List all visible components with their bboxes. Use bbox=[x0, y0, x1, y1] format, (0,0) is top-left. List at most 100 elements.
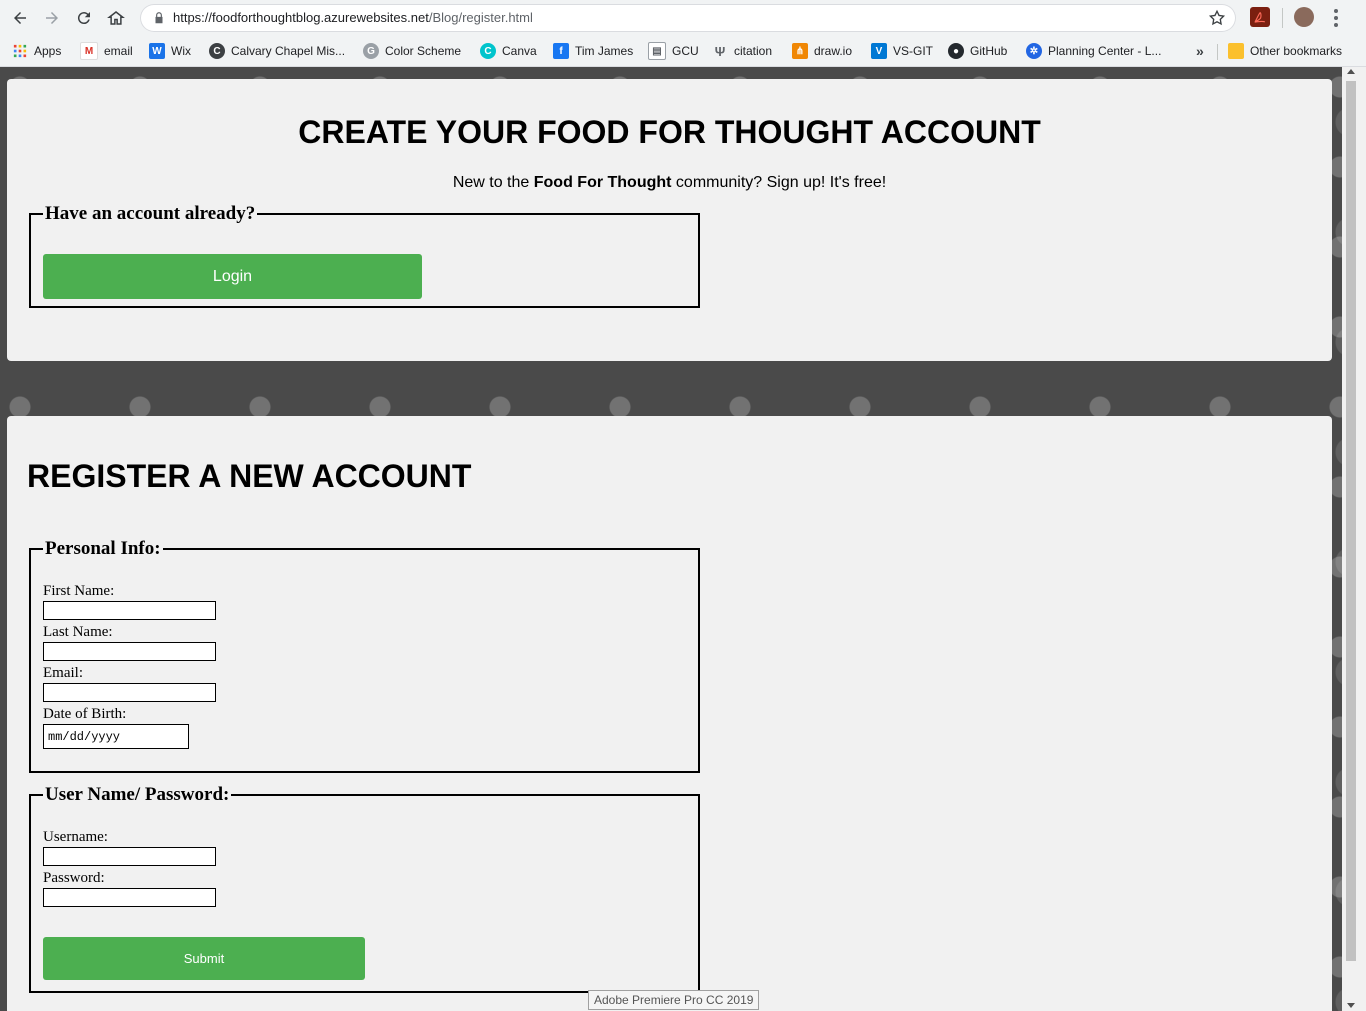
home-button[interactable] bbox=[104, 6, 128, 30]
bookmark-label: Apps bbox=[34, 44, 62, 58]
browser-menu-icon[interactable] bbox=[1328, 7, 1344, 29]
bookmark-apps[interactable]: Apps bbox=[12, 42, 61, 60]
other-bookmarks[interactable]: Other bookmarks bbox=[1228, 42, 1342, 60]
subtitle-post: community? Sign up! It's free! bbox=[671, 174, 887, 191]
personal-info-fieldset: Personal Info: First Name: Last Name: Em… bbox=[29, 539, 700, 773]
planning-center-icon: ✲ bbox=[1026, 43, 1042, 59]
bookmark-color-scheme[interactable]: G Color Scheme bbox=[363, 42, 461, 60]
back-button[interactable] bbox=[8, 6, 32, 30]
gcu-icon: ▤ bbox=[648, 42, 666, 60]
bookmark-label: GCU bbox=[672, 44, 699, 58]
bookmark-calvary[interactable]: C Calvary Chapel Mis... bbox=[209, 42, 345, 60]
reload-icon bbox=[77, 12, 90, 25]
browser-toolbar: https://foodforthoughtblog.azurewebsites… bbox=[0, 0, 1366, 36]
login-button[interactable]: Login bbox=[43, 254, 422, 299]
bookmark-label: Tim James bbox=[575, 44, 634, 58]
subtitle-pre: New to the bbox=[452, 174, 534, 191]
have-account-fieldset: Have an account already? Login bbox=[29, 204, 700, 308]
bookmark-label: email bbox=[104, 44, 133, 58]
bookmark-label: Calvary Chapel Mis... bbox=[231, 44, 346, 58]
submit-button[interactable]: Submit bbox=[43, 937, 365, 980]
back-arrow-icon bbox=[14, 12, 26, 24]
email-input[interactable] bbox=[43, 683, 216, 702]
forward-button[interactable] bbox=[40, 6, 64, 30]
bookmark-label: Wix bbox=[171, 44, 191, 58]
vs-git-icon: V bbox=[871, 43, 887, 59]
bookmark-label: citation bbox=[734, 44, 773, 58]
bookmarks-bar: Apps Memail W Wix C Calvary Chapel Mis... … bbox=[0, 36, 1366, 67]
color-scheme-icon: G bbox=[363, 43, 379, 59]
reload-button[interactable] bbox=[72, 6, 96, 30]
url-domain: https://foodforthoughtblog.azurewebsites… bbox=[173, 10, 429, 25]
personal-info-legend: Personal Info: bbox=[45, 538, 161, 559]
page-subtitle: New to the Food For Thought community? S… bbox=[7, 174, 1332, 192]
bookmarks-divider bbox=[1217, 44, 1218, 60]
github-icon: ● bbox=[948, 43, 964, 59]
bookmark-label: GitHub bbox=[970, 44, 1008, 58]
scroll-down-icon[interactable] bbox=[1347, 1003, 1355, 1008]
scroll-up-icon[interactable] bbox=[1347, 69, 1355, 74]
bookmarks-overflow-button[interactable]: » bbox=[1196, 42, 1204, 60]
folder-icon bbox=[1228, 43, 1244, 59]
page-scrollbar[interactable] bbox=[1342, 67, 1366, 1011]
login-panel: CREATE YOUR FOOD FOR THOUGHT ACCOUNT New… bbox=[7, 79, 1332, 361]
address-bar[interactable]: https://foodforthoughtblog.azurewebsites… bbox=[140, 4, 1236, 32]
bookmark-vs-git[interactable]: V VS-GIT bbox=[871, 42, 933, 60]
first-name-label: First Name: bbox=[43, 583, 115, 599]
lock-icon bbox=[155, 12, 163, 24]
bookmark-gcu[interactable]: ▤ GCU bbox=[648, 42, 699, 60]
home-icon bbox=[107, 11, 125, 25]
facebook-icon: f bbox=[553, 43, 569, 59]
bookmark-planning-center[interactable]: ✲ Planning Center - L... bbox=[1026, 42, 1161, 60]
other-bookmarks-label: Other bookmarks bbox=[1250, 44, 1343, 58]
canva-icon: C bbox=[480, 43, 496, 59]
bookmark-canva[interactable]: C Canva bbox=[480, 42, 537, 60]
credentials-fieldset: User Name/ Password: Username: Password:… bbox=[29, 785, 700, 993]
url-text: https://foodforthoughtblog.azurewebsites… bbox=[173, 10, 533, 25]
username-input[interactable] bbox=[43, 847, 216, 866]
register-title: REGISTER A NEW ACCOUNT bbox=[27, 458, 472, 494]
bookmark-github[interactable]: ● GitHub bbox=[948, 42, 1007, 60]
calvary-chapel-icon: C bbox=[209, 43, 225, 59]
forward-arrow-icon bbox=[46, 12, 58, 24]
bookmark-email[interactable]: Memail bbox=[80, 42, 133, 60]
username-label: Username: bbox=[43, 829, 108, 845]
bookmark-drawio[interactable]: ⋔ draw.io bbox=[792, 42, 852, 60]
bookmark-wix[interactable]: W Wix bbox=[149, 42, 191, 60]
subtitle-brand: Food For Thought bbox=[533, 174, 672, 191]
url-path: /Blog/register.html bbox=[428, 10, 533, 25]
taskbar-tooltip: Adobe Premiere Pro CC 2019 bbox=[588, 990, 760, 1010]
last-name-input[interactable] bbox=[43, 642, 216, 661]
page-title: CREATE YOUR FOOD FOR THOUGHT ACCOUNT bbox=[298, 114, 1041, 150]
bookmark-label: Color Scheme bbox=[385, 44, 462, 58]
credentials-legend: User Name/ Password: bbox=[45, 784, 230, 805]
password-label: Password: bbox=[43, 870, 105, 886]
have-account-legend: Have an account already? bbox=[45, 203, 256, 224]
wix-icon: W bbox=[149, 43, 165, 59]
bookmark-citation[interactable]: Ψcitation bbox=[712, 42, 772, 60]
drawio-icon: ⋔ bbox=[792, 43, 808, 59]
password-input[interactable] bbox=[43, 888, 216, 907]
gmail-icon: M bbox=[80, 42, 98, 60]
dob-label: Date of Birth: bbox=[43, 706, 127, 722]
bookmark-star-icon[interactable] bbox=[1208, 9, 1226, 27]
apps-grid-icon bbox=[12, 43, 28, 59]
bookmark-label: draw.io bbox=[814, 44, 853, 58]
email-label: Email: bbox=[43, 665, 83, 681]
first-name-input[interactable] bbox=[43, 601, 216, 620]
bookmark-label: Planning Center - L... bbox=[1048, 44, 1162, 58]
acrobat-icon bbox=[1254, 12, 1266, 23]
page-viewport: CREATE YOUR FOOD FOR THOUGHT ACCOUNT New… bbox=[0, 67, 1342, 1011]
profile-avatar[interactable] bbox=[1294, 7, 1314, 27]
citation-icon: Ψ bbox=[714, 43, 726, 59]
pdf-extension-icon[interactable] bbox=[1250, 7, 1270, 27]
last-name-label: Last Name: bbox=[43, 624, 113, 640]
scrollbar-thumb[interactable] bbox=[1346, 81, 1356, 961]
register-panel: REGISTER A NEW ACCOUNT Personal Info: Fi… bbox=[7, 416, 1332, 1011]
bookmark-label: VS-GIT bbox=[893, 44, 934, 58]
bookmark-label: Canva bbox=[502, 44, 537, 58]
dob-placeholder: mm/dd/yyyy bbox=[48, 729, 121, 744]
bookmark-tim-james[interactable]: f Tim James bbox=[553, 42, 633, 60]
dob-input[interactable]: mm/dd/yyyy bbox=[43, 724, 189, 749]
toolbar-divider bbox=[1282, 8, 1283, 28]
